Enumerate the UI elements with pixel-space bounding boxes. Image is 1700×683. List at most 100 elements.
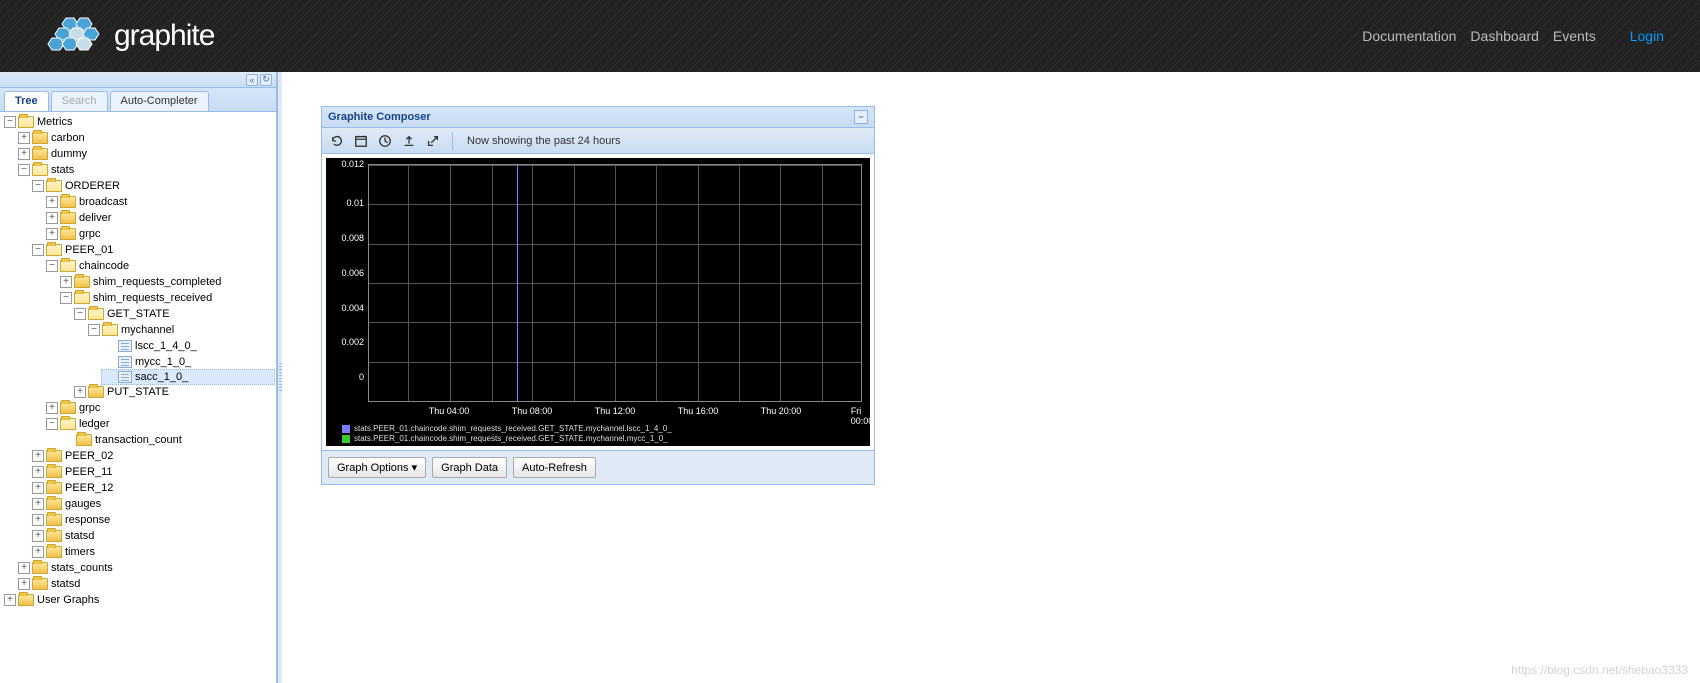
tab-search[interactable]: Search: [51, 91, 108, 111]
tree-deliver[interactable]: deliver: [46, 210, 274, 226]
tree-broadcast[interactable]: broadcast: [46, 194, 274, 210]
folder-icon: [76, 434, 92, 446]
tree-lscc[interactable]: lscc_1_4_0_: [102, 338, 274, 354]
folder-icon: [60, 196, 76, 208]
tree-putstate[interactable]: PUT_STATE: [74, 384, 274, 400]
tree-peer11[interactable]: PEER_11: [32, 464, 274, 480]
expander-plus-icon[interactable]: [18, 562, 30, 574]
tab-tree[interactable]: Tree: [4, 91, 49, 111]
metric-leaf-icon: [118, 340, 132, 352]
calendar-icon[interactable]: [352, 132, 370, 150]
tree-stats-counts[interactable]: stats_counts: [18, 560, 274, 576]
tree-stats[interactable]: stats: [18, 162, 274, 178]
expander-minus-icon[interactable]: [60, 292, 72, 304]
expander-plus-icon[interactable]: [46, 402, 58, 414]
expander-minus-icon[interactable]: [74, 308, 86, 320]
expander-minus-icon[interactable]: [18, 164, 30, 176]
legend-label: stats.PEER_01.chaincode.shim_requests_re…: [354, 424, 672, 434]
composer-toolbar: Now showing the past 24 hours: [322, 128, 874, 154]
folder-icon: [46, 482, 62, 494]
expander-minus-icon[interactable]: [4, 116, 16, 128]
header-nav: Documentation Dashboard Events Login: [1362, 28, 1676, 44]
tree-mycc[interactable]: mycc_1_0_: [102, 354, 274, 370]
y-tick: 0.006: [341, 268, 364, 278]
folder-icon: [32, 132, 48, 144]
expander-minus-icon[interactable]: [32, 244, 44, 256]
refresh-tree-icon[interactable]: ↻: [260, 74, 272, 86]
graph-options-button[interactable]: Graph Options ▾: [328, 457, 426, 478]
expander-plus-icon[interactable]: [32, 498, 44, 510]
tree-orderer[interactable]: ORDERER: [32, 178, 274, 194]
tree-shim-received[interactable]: shim_requests_received: [60, 290, 274, 306]
tree-statsd2[interactable]: statsd: [18, 576, 274, 592]
tree-root-metrics[interactable]: Metrics: [4, 114, 274, 130]
expander-plus-icon[interactable]: [32, 546, 44, 558]
tree-txcount[interactable]: transaction_count: [60, 432, 274, 448]
nav-docs[interactable]: Documentation: [1362, 28, 1456, 44]
expander-plus-icon[interactable]: [32, 482, 44, 494]
tree-statsd[interactable]: statsd: [32, 528, 274, 544]
expander-minus-icon[interactable]: [88, 324, 100, 336]
folder-open-icon: [102, 324, 118, 336]
tree-response[interactable]: response: [32, 512, 274, 528]
tree-gauges[interactable]: gauges: [32, 496, 274, 512]
folder-icon: [60, 402, 76, 414]
time-range-status: Now showing the past 24 hours: [467, 135, 620, 147]
tree-grpc-peer[interactable]: grpc: [46, 400, 274, 416]
expander-plus-icon[interactable]: [18, 148, 30, 160]
login-link[interactable]: Login: [1630, 28, 1664, 44]
plot-area: [368, 164, 862, 402]
tree-chaincode[interactable]: chaincode: [46, 258, 274, 274]
expander-minus-icon[interactable]: [32, 180, 44, 192]
expander-minus-icon[interactable]: [46, 260, 58, 272]
nav-events[interactable]: Events: [1553, 28, 1596, 44]
expander-none-icon: [102, 371, 116, 383]
expander-plus-icon[interactable]: [60, 276, 72, 288]
tree-peer12[interactable]: PEER_12: [32, 480, 274, 496]
collapse-left-icon[interactable]: «: [246, 74, 258, 86]
tree-user-graphs[interactable]: User Graphs: [4, 592, 274, 608]
expander-plus-icon[interactable]: [46, 228, 58, 240]
tree-getstate[interactable]: GET_STATE: [74, 306, 274, 322]
grid-line: [780, 165, 781, 401]
folder-icon: [18, 594, 34, 606]
expander-plus-icon[interactable]: [46, 212, 58, 224]
sidebar-tabs: Tree Search Auto-Completer: [0, 88, 276, 112]
tab-auto-completer[interactable]: Auto-Completer: [110, 91, 209, 111]
tree-ledger[interactable]: ledger: [46, 416, 274, 432]
expander-plus-icon[interactable]: [32, 514, 44, 526]
upload-icon[interactable]: [400, 132, 418, 150]
folder-open-icon: [46, 244, 62, 256]
dropdown-caret-icon: ▾: [412, 462, 418, 474]
tree-timers[interactable]: timers: [32, 544, 274, 560]
graph-data-button[interactable]: Graph Data: [432, 457, 507, 478]
expander-plus-icon[interactable]: [74, 386, 86, 398]
tree-peer02[interactable]: PEER_02: [32, 448, 274, 464]
collapse-panel-icon[interactable]: −: [854, 110, 868, 124]
expander-plus-icon[interactable]: [4, 594, 16, 606]
expander-plus-icon[interactable]: [46, 196, 58, 208]
tree-mychannel[interactable]: mychannel: [88, 322, 274, 338]
tree-peer01[interactable]: PEER_01: [32, 242, 274, 258]
auto-refresh-button[interactable]: Auto-Refresh: [513, 457, 596, 478]
tree-shim-completed[interactable]: shim_requests_completed: [60, 274, 274, 290]
folder-icon: [46, 466, 62, 478]
main-layout: « ↻ Tree Search Auto-Completer Metrics c…: [0, 72, 1700, 683]
app-header: graphite Documentation Dashboard Events …: [0, 0, 1700, 72]
folder-icon: [46, 450, 62, 462]
expander-minus-icon[interactable]: [46, 418, 58, 430]
expander-plus-icon[interactable]: [32, 466, 44, 478]
clock-icon[interactable]: [376, 132, 394, 150]
expander-plus-icon[interactable]: [32, 450, 44, 462]
expander-plus-icon[interactable]: [18, 132, 30, 144]
refresh-icon[interactable]: [328, 132, 346, 150]
y-tick: 0.004: [341, 303, 364, 313]
tree-dummy[interactable]: dummy: [18, 146, 274, 162]
nav-dashboard[interactable]: Dashboard: [1470, 28, 1539, 44]
expander-plus-icon[interactable]: [18, 578, 30, 590]
expander-plus-icon[interactable]: [32, 530, 44, 542]
tree-grpc-orderer[interactable]: grpc: [46, 226, 274, 242]
tree-carbon[interactable]: carbon: [18, 130, 274, 146]
share-icon[interactable]: [424, 132, 442, 150]
tree-sacc[interactable]: sacc_1_0_: [101, 369, 275, 385]
